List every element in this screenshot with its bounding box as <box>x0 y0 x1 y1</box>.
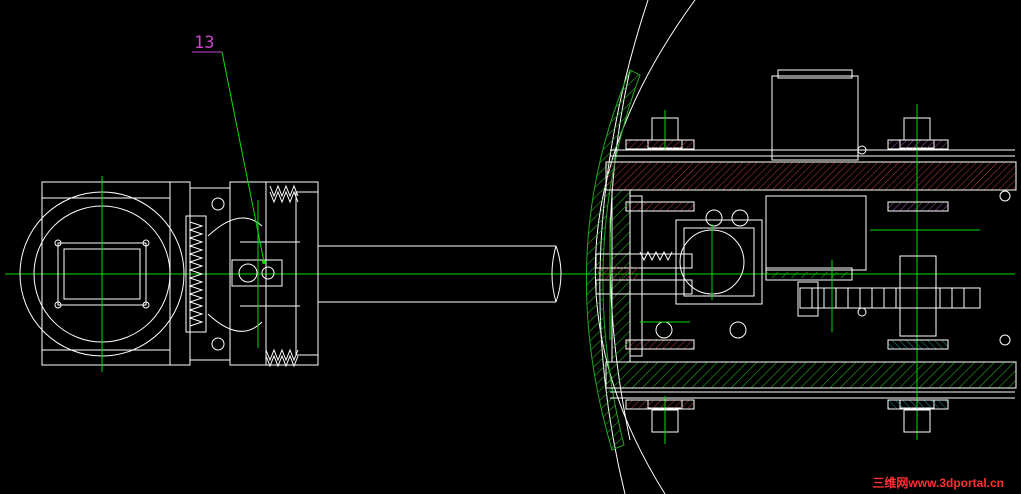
part-label-13: 13 <box>192 33 266 264</box>
bushing-mid-top-left <box>625 201 695 212</box>
shaft-spring <box>639 250 673 262</box>
bushing-mid-bottom-right <box>887 339 949 350</box>
shaft-hatch <box>598 266 638 280</box>
bushing-top-right <box>887 139 949 150</box>
bushing-bottom-left <box>625 399 695 410</box>
bushing-mid-top-right <box>887 201 949 212</box>
upper-beam <box>605 161 1017 191</box>
bolt-top-right <box>899 104 935 440</box>
bushing-bottom-right <box>887 399 949 410</box>
lower-beam <box>605 361 1017 389</box>
bushing-top-left <box>625 139 695 150</box>
bushing-mid-bottom-left <box>625 339 695 350</box>
gear-hatch-strip <box>766 272 852 278</box>
part-number-text: 13 <box>194 33 214 53</box>
leader-line <box>221 51 265 263</box>
spring-bottom <box>265 348 299 368</box>
right-centerlines <box>609 218 980 340</box>
spring-top <box>269 184 299 204</box>
watermark: 三维网www.3dportal.cn <box>872 475 1004 490</box>
cad-drawing-canvas: 13 三维网www.3dportal.cn <box>5 0 1017 494</box>
